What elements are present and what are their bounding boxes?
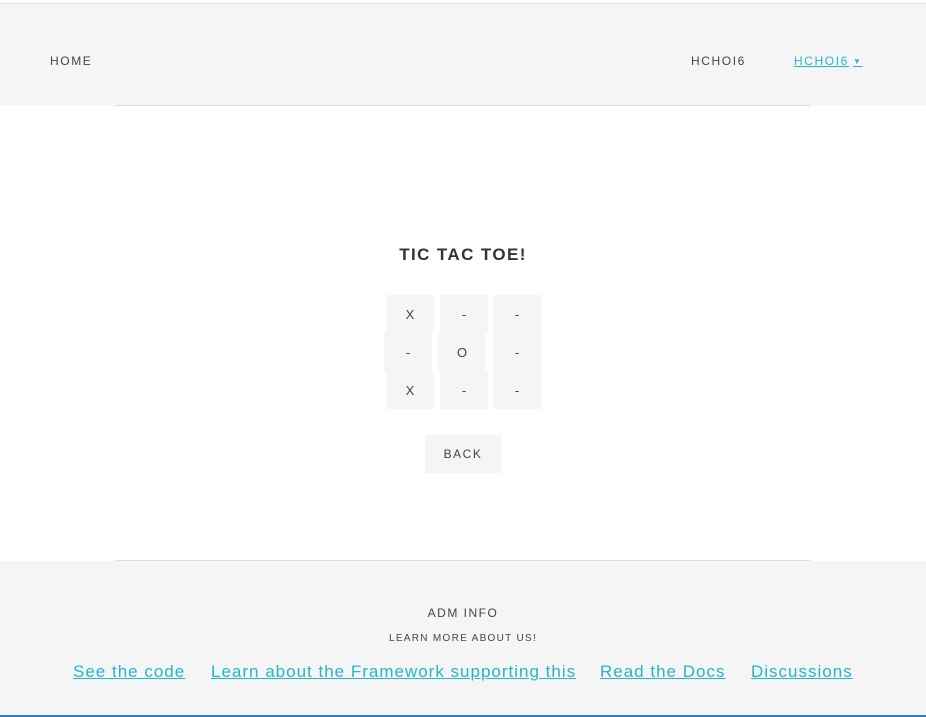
- navbar: HOME HCHOI6 HCHOI6 ▼: [0, 4, 926, 105]
- board-cell-2-0[interactable]: X: [386, 371, 434, 409]
- board-cell-2-2[interactable]: -: [493, 371, 541, 409]
- footer: ADM INFO LEARN MORE ABOUT US! See the co…: [0, 561, 926, 715]
- board-cell-2-1[interactable]: -: [440, 371, 488, 409]
- board-cell-1-1[interactable]: O: [438, 333, 486, 371]
- page-title: TIC TAC TOE!: [399, 245, 527, 264]
- board-cell-0-2[interactable]: -: [493, 295, 541, 333]
- user-dropdown[interactable]: HCHOI6 ▼: [794, 55, 862, 67]
- discussions-link[interactable]: Discussions: [751, 662, 853, 682]
- footer-title: ADM INFO: [427, 606, 499, 620]
- nav-user-link[interactable]: HCHOI6: [691, 55, 746, 67]
- framework-link[interactable]: Learn about the Framework supporting thi…: [211, 662, 576, 682]
- see-code-link[interactable]: See the code: [73, 662, 185, 682]
- caret-down-icon: ▼: [852, 57, 863, 66]
- board-cell-1-2[interactable]: -: [493, 333, 541, 371]
- user-dropdown-label: HCHOI6: [794, 54, 849, 68]
- footer-subtitle: LEARN MORE ABOUT US!: [388, 633, 538, 644]
- docs-link[interactable]: Read the Docs: [600, 662, 725, 682]
- board-cell-0-1[interactable]: -: [440, 295, 488, 333]
- back-button[interactable]: BACK: [425, 435, 501, 473]
- board-cell-0-0[interactable]: X: [386, 295, 434, 333]
- board-cell-1-0[interactable]: -: [384, 333, 432, 371]
- header-divider: [115, 105, 811, 106]
- nav-home-link[interactable]: HOME: [50, 55, 92, 67]
